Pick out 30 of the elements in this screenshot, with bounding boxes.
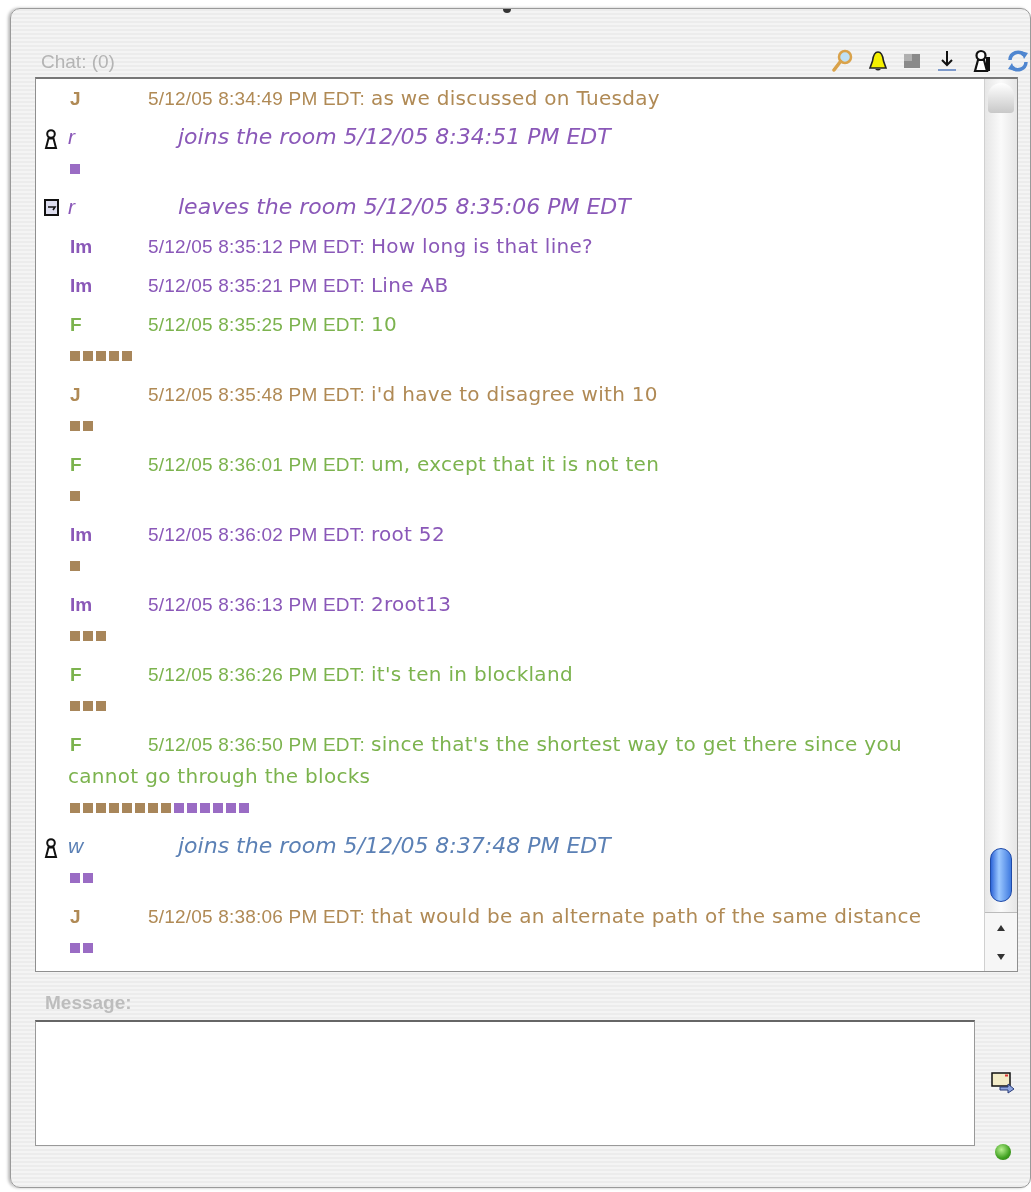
person-icon	[44, 838, 58, 858]
chat-title: Chat: (0)	[40, 51, 115, 73]
chat-message: Im 5/12/05 8:36:13 PM EDT: 2root13	[69, 591, 453, 618]
chat-message: Im 5/12/05 8:36:02 PM EDT: root 52	[69, 521, 446, 548]
chat-message: F 5/12/05 8:35:25 PM EDT: 10	[69, 311, 398, 338]
chat-message: F 5/12/05 8:36:26 PM EDT: it's ten in blockland	[69, 661, 574, 688]
chat-message: J 5/12/05 8:34:49 PM EDT: as we discussed on Tuesday	[69, 85, 661, 112]
chat-message: F 5/12/05 8:36:01 PM EDT: um, except that it is not ten	[69, 451, 661, 478]
chat-message: Im 5/12/05 8:35:12 PM EDT: How long is that line?	[69, 233, 595, 260]
person-icon[interactable]	[972, 49, 992, 73]
user-name: r	[68, 124, 77, 150]
person-icon	[44, 129, 58, 149]
event-text: leaves the room 5/12/05 8:35:06 PM EDT	[178, 194, 631, 219]
message-field[interactable]	[35, 1020, 975, 1146]
scroll-cap	[988, 83, 1014, 113]
scroll-thumb[interactable]	[990, 848, 1012, 902]
chat-message: J 5/12/05 8:35:48 PM EDT: i'd have to disagree with 10	[69, 381, 659, 408]
download-icon[interactable]	[936, 49, 958, 73]
door-icon	[43, 199, 59, 216]
square-icon[interactable]	[902, 51, 922, 71]
chat-message: Im 5/12/05 8:35:21 PM EDT: Line AB	[69, 272, 450, 299]
chat-message: J 5/12/05 8:38:06 PM EDT: that would be an alternate path of the same distance	[69, 903, 923, 930]
scroll-down-icon[interactable]	[996, 951, 1006, 962]
user-name: w	[68, 833, 85, 859]
user-name: r	[68, 194, 77, 220]
refresh-icon[interactable]	[1006, 49, 1030, 73]
bell-icon[interactable]	[868, 50, 888, 72]
scrollbar[interactable]	[984, 79, 1017, 971]
chat-message: F 5/12/05 8:36:50 PM EDT: since that's the shortest way to get there since you cannot go through the blocks	[67, 731, 903, 790]
send-icon[interactable]	[990, 1072, 1015, 1094]
